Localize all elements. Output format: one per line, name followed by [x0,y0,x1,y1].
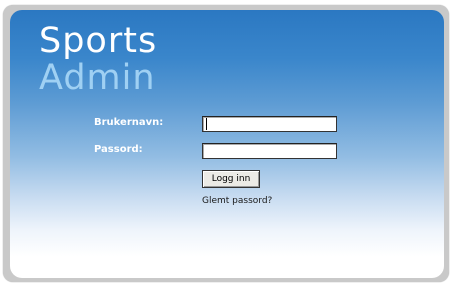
text-caret [206,118,207,130]
logo-admin-text: Admin [39,58,156,98]
username-label: Brukernavn: [94,117,164,128]
logo-sports-text: Sports [39,21,158,61]
password-field[interactable] [202,143,337,159]
login-panel: Sports Admin Brukernavn: Passord: Logg i… [10,10,444,278]
forgot-password-link[interactable]: Glemt passord? [202,196,272,206]
username-field[interactable] [202,116,337,132]
login-button[interactable]: Logg inn [202,170,260,188]
password-label: Passord: [94,144,143,155]
